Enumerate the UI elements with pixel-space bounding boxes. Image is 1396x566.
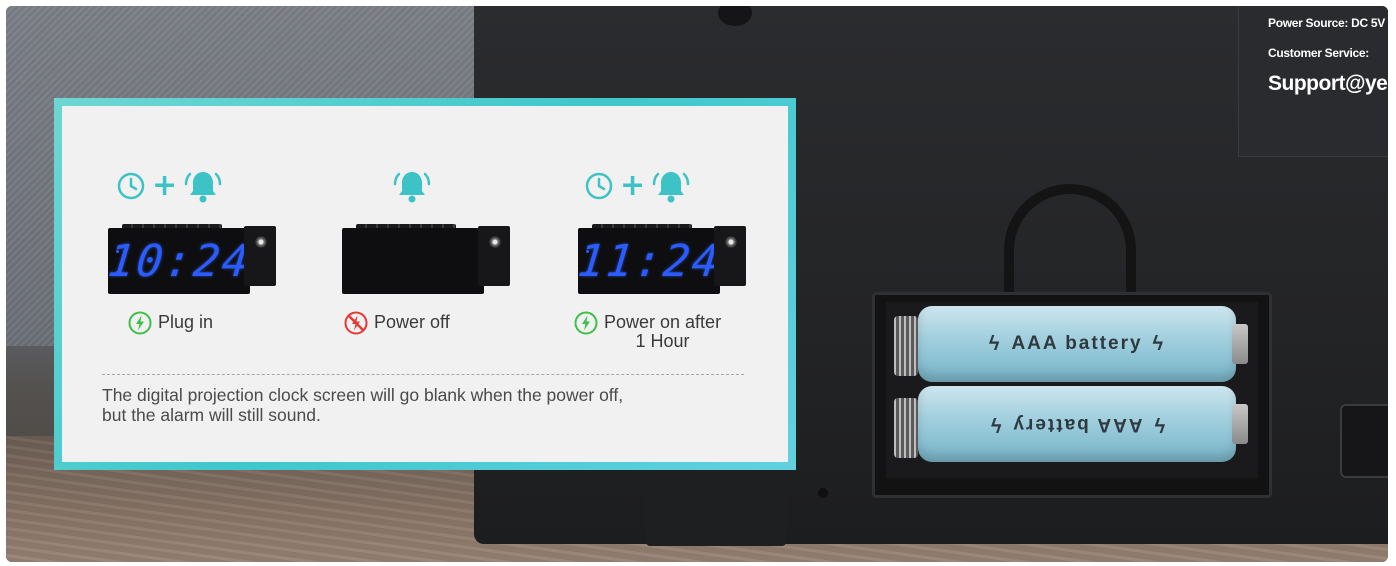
clock-device: 10:24 — [105, 224, 276, 294]
lightning-icon: ϟ — [988, 332, 1002, 355]
spring-contact — [894, 398, 918, 458]
aaa-battery-bottom: ϟ AAA battery ϟ — [918, 386, 1236, 462]
status-label-line2: 1 Hour — [635, 331, 690, 351]
battery-label: AAA battery — [1011, 333, 1143, 354]
status-label: Plug in — [158, 312, 214, 332]
clock-display-blank — [342, 228, 484, 294]
clock-foot — [646, 476, 786, 546]
status-label: Power off — [374, 312, 450, 332]
side-port — [1340, 404, 1388, 478]
reset-hole — [818, 488, 828, 498]
state-power-off: Power off — [342, 106, 542, 366]
customer-service-text: Customer Service: — [1268, 46, 1369, 60]
note-line-2: but the alarm will still sound. — [102, 405, 321, 425]
clock-device — [342, 224, 510, 294]
dashed-divider — [102, 374, 744, 375]
alarm-bell-icon — [652, 172, 690, 203]
explanation-note: The digital projection clock screen will… — [102, 385, 762, 425]
clock-device: 11:24 — [575, 224, 746, 294]
battery-terminal — [1232, 404, 1248, 444]
status-label: Power on after — [604, 312, 722, 332]
power-source-text: Power Source: DC 5V — [1268, 16, 1386, 30]
power-on-icon — [574, 311, 598, 335]
alarm-bell-icon — [393, 172, 431, 203]
clock-time: 10:24 — [105, 235, 253, 287]
info-card: + 10:24 Plug in Power off + 11:24 Power … — [62, 106, 788, 462]
clock-display: 10:24 — [105, 228, 253, 294]
state-plug-in: + 10:24 Plug in — [105, 106, 308, 366]
note-line-1: The digital projection clock screen will… — [102, 385, 624, 405]
support-email-text: Support@ye — [1268, 72, 1388, 95]
info-card-frame: + 10:24 Plug in Power off + 11:24 Power … — [54, 98, 796, 470]
projector-head — [714, 226, 746, 286]
clock-icon — [585, 172, 613, 200]
lightning-icon: ϟ — [1152, 332, 1166, 355]
state-power-on-after: + 11:24 Power on after 1 Hour — [574, 106, 778, 366]
lightning-icon: ϟ — [1152, 413, 1166, 436]
battery-terminal — [1232, 324, 1248, 364]
lightning-icon: ϟ — [988, 413, 1002, 436]
spring-contact — [894, 316, 918, 376]
clock-display: 11:24 — [575, 228, 723, 294]
status-power-off: Power off — [344, 311, 450, 335]
clock-icon — [117, 172, 145, 200]
plus-icon: + — [152, 168, 178, 203]
plus-icon: + — [620, 168, 646, 203]
aaa-battery-top: ϟ AAA battery ϟ — [918, 306, 1236, 382]
alarm-bell-icon — [184, 172, 222, 203]
power-off-icon — [344, 311, 368, 335]
projector-head — [244, 226, 276, 286]
projector-head — [478, 226, 510, 286]
power-on-icon — [128, 311, 152, 335]
status-power-on-after: Power on after 1 Hour — [574, 311, 721, 351]
clock-time: 11:24 — [575, 235, 723, 287]
battery-label: AAA battery — [1011, 414, 1143, 435]
status-plug-in: Plug in — [128, 311, 213, 335]
